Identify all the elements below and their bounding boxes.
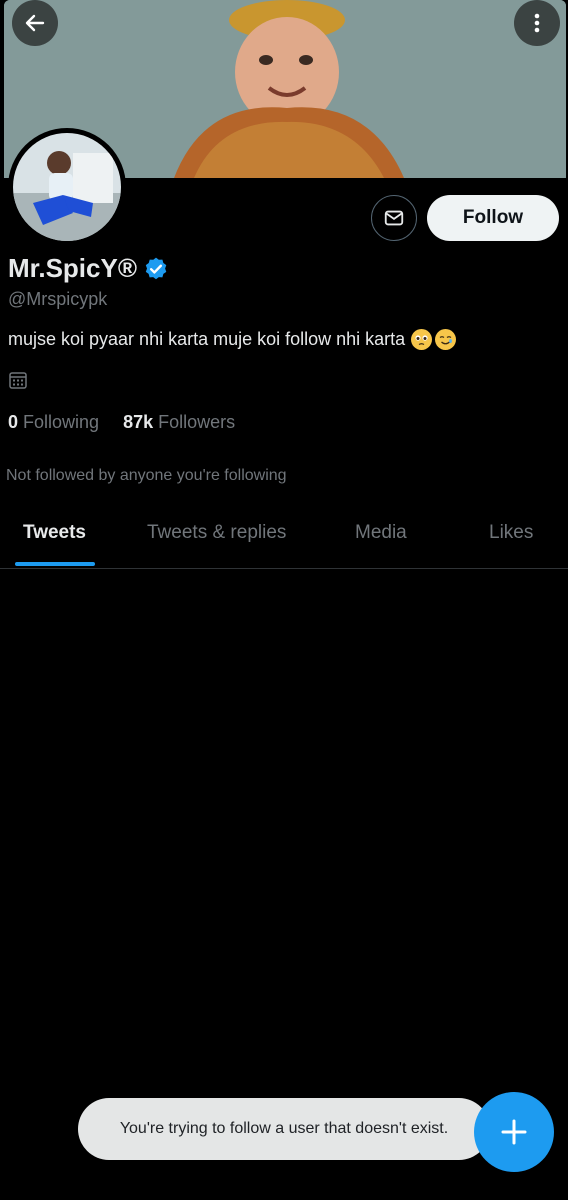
tab-media[interactable]: Media (355, 522, 407, 544)
tab-likes[interactable]: Likes (489, 522, 533, 544)
followers-count: 87k (123, 412, 154, 432)
more-options-button[interactable] (514, 0, 560, 46)
following-count: 0 (8, 412, 19, 432)
follow-button[interactable]: Follow (427, 195, 559, 241)
smiling-tear-emoji-icon (435, 329, 457, 350)
avatar-image (13, 133, 121, 241)
followers-link[interactable]: 87k Followers (123, 412, 235, 433)
profile-tabs: Tweets Tweets & replies Media Likes (0, 510, 568, 569)
more-vertical-icon (534, 13, 540, 33)
envelope-icon (384, 210, 404, 226)
following-link[interactable]: 0 Following (8, 412, 99, 433)
followed-by-note: Not followed by anyone you're following (6, 467, 287, 484)
user-handle: @Mrspicypk (8, 289, 108, 309)
compose-tweet-button[interactable] (474, 1092, 554, 1172)
active-tab-indicator (15, 562, 95, 566)
arrow-left-icon (25, 14, 45, 32)
tab-tweets[interactable]: Tweets (23, 522, 86, 544)
bio-text: mujse koi pyaar nhi karta muje koi follo… (8, 329, 406, 349)
toast-message: You're trying to follow a user that does… (119, 1120, 449, 1137)
pleading-face-emoji-icon (411, 329, 433, 350)
calendar-icon (9, 372, 27, 389)
follow-stats: 0 Following 87k Followers (8, 412, 235, 433)
error-toast: You're trying to follow a user that does… (78, 1098, 490, 1160)
bio: mujse koi pyaar nhi karta muje koi follo… (8, 329, 457, 350)
followers-label: Followers (158, 412, 236, 432)
following-label: Following (23, 412, 100, 432)
display-name: Mr.SpicY® (8, 253, 137, 283)
back-button[interactable] (12, 0, 58, 46)
avatar[interactable] (8, 128, 126, 246)
display-name-row: Mr.SpicY® (8, 253, 169, 284)
plus-icon (501, 1119, 527, 1145)
verified-badge-icon (145, 257, 167, 279)
tab-tweets-and-replies[interactable]: Tweets & replies (147, 522, 286, 544)
message-button[interactable] (371, 195, 417, 241)
